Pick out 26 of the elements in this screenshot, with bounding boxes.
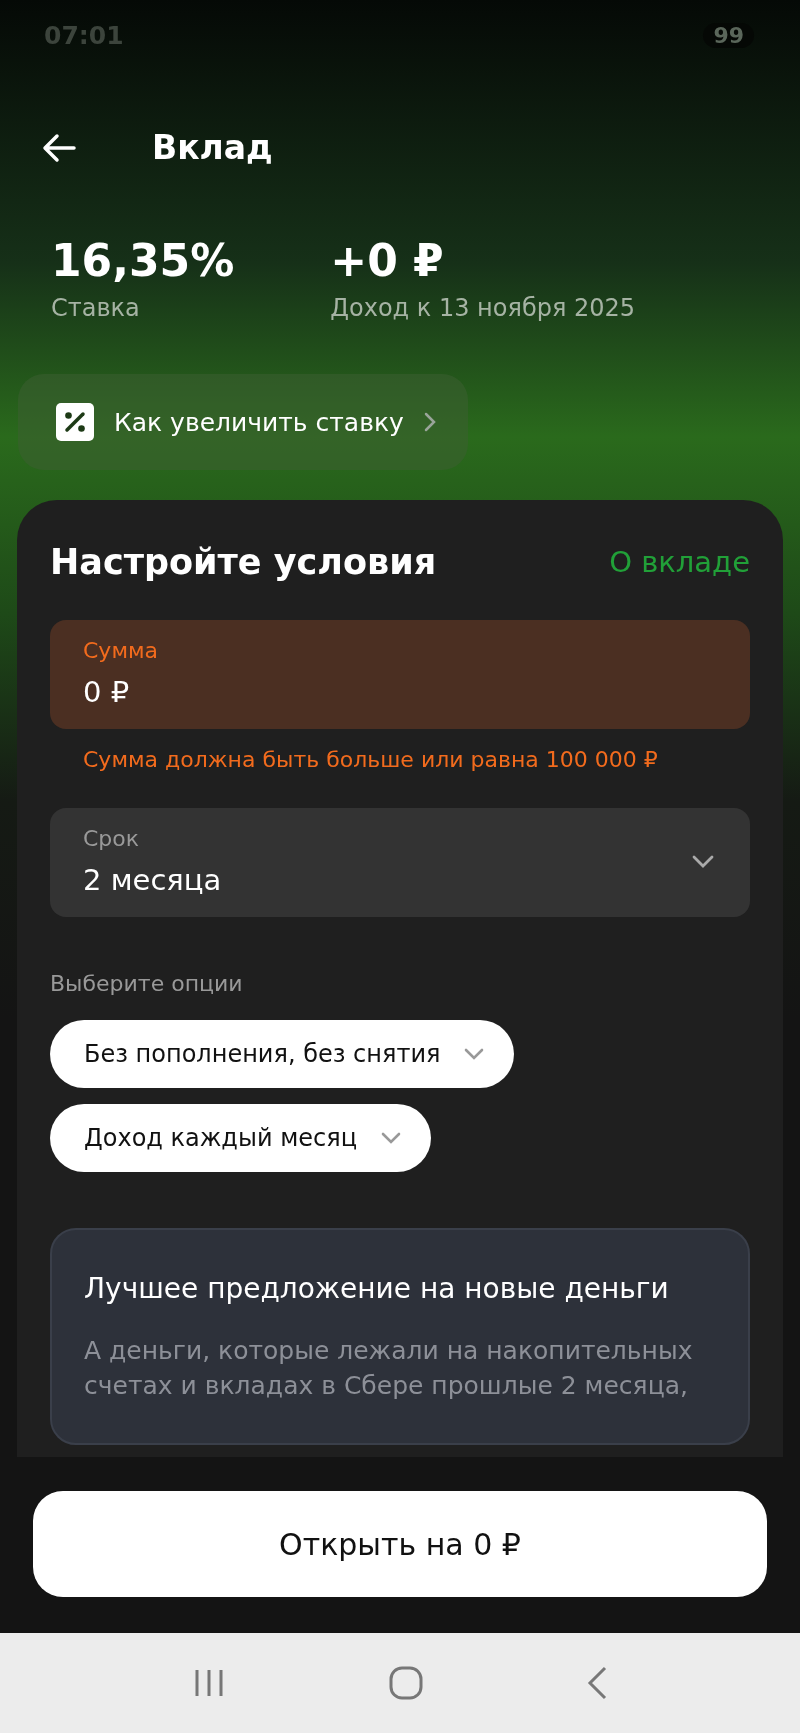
- option-dropdown[interactable]: Доход каждый месяц: [50, 1104, 431, 1172]
- offer-title: Лучшее предложение на новые деньги: [84, 1272, 670, 1305]
- offer-text: А деньги, которые лежали на накопительных счетах и вкладах в Сбере прошлые 2 месяца,: [84, 1335, 694, 1402]
- term-dropdown[interactable]: Срок 2 месяца: [50, 808, 750, 917]
- option-dropdown[interactable]: Без пополнения, без снятия: [50, 1020, 515, 1088]
- stat-value: +0 ₽: [330, 235, 445, 286]
- back-icon[interactable]: [586, 1666, 609, 1700]
- about-link[interactable]: О вкладе: [609, 545, 750, 579]
- options-label: Выберите опции: [50, 971, 244, 996]
- chevron-down-icon: [381, 1132, 401, 1144]
- error-message: Сумма должна быть больше или равна 100 000 ₽: [82, 746, 659, 772]
- stat-value: 16,35%: [51, 235, 235, 286]
- chevron-down-icon: [692, 855, 714, 868]
- stat-label: Доход к 13 ноября 2025: [330, 294, 636, 322]
- section-title: Настройте условия: [50, 542, 437, 582]
- stat-label: Ставка: [51, 294, 141, 322]
- home-icon[interactable]: [389, 1666, 423, 1700]
- chevron-down-icon: [464, 1048, 485, 1060]
- amount-field[interactable]: Сумма 0 ₽: [50, 620, 750, 729]
- back-arrow-icon[interactable]: [42, 132, 76, 163]
- chevron-right-icon: [423, 412, 436, 432]
- screen-title: Вклад: [152, 128, 273, 167]
- battery-indicator: 99: [703, 22, 754, 48]
- promo-chip[interactable]: Как увеличить ставку: [18, 374, 468, 470]
- percent-icon: [56, 403, 94, 441]
- open-deposit-button[interactable]: Открыть на 0 ₽: [33, 1491, 767, 1597]
